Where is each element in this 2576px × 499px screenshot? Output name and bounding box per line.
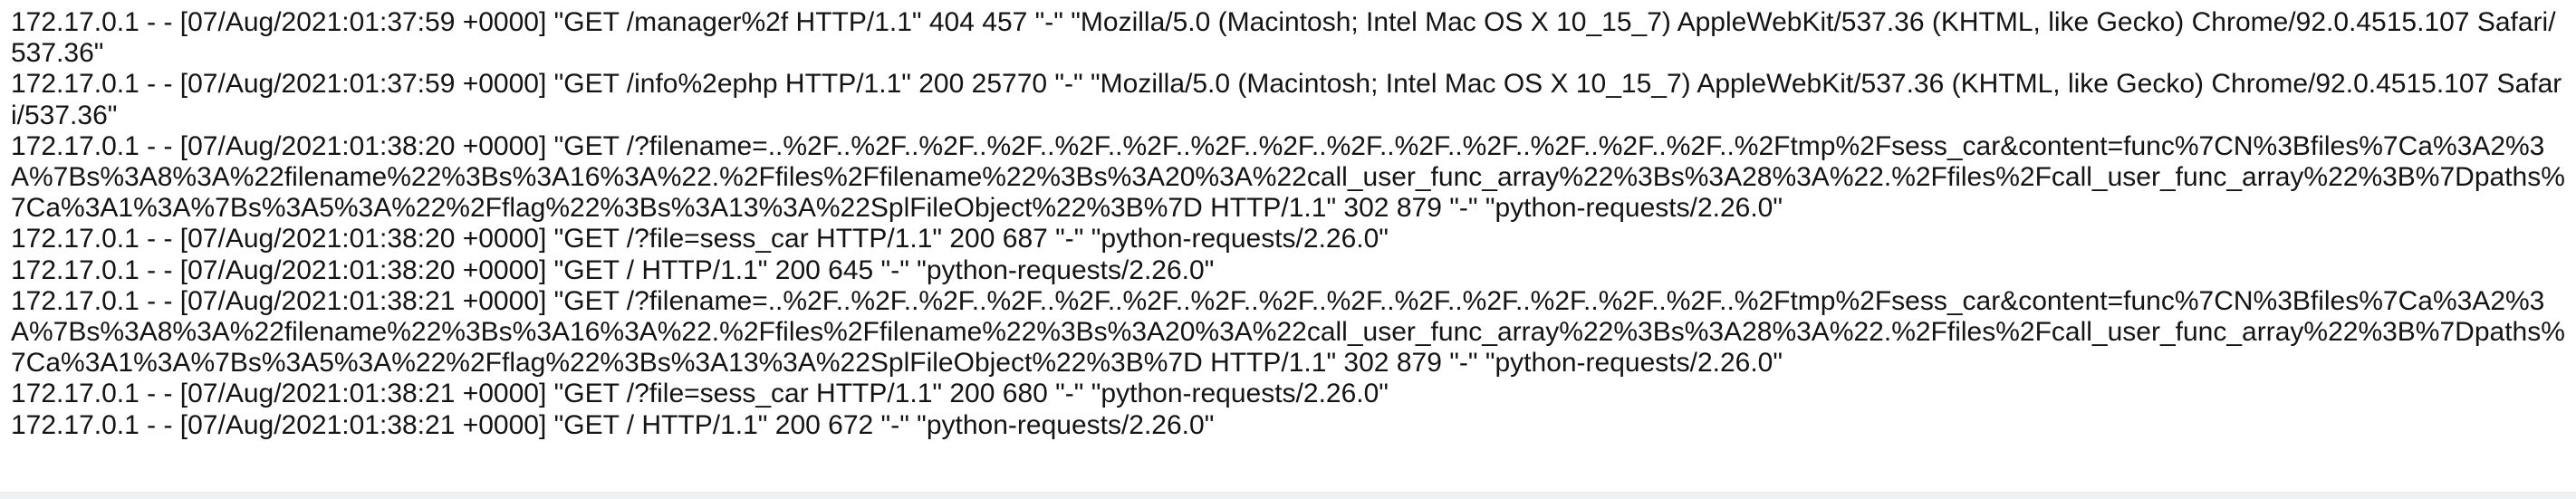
log-line: 172.17.0.1 - - [07/Aug/2021:01:38:21 +00… bbox=[11, 285, 2565, 379]
log-line: 172.17.0.1 - - [07/Aug/2021:01:38:21 +00… bbox=[11, 379, 1389, 409]
log-viewer[interactable]: 172.17.0.1 - - [07/Aug/2021:01:37:59 +00… bbox=[0, 0, 2576, 499]
bottom-edge-strip bbox=[0, 492, 2576, 499]
log-line: 172.17.0.1 - - [07/Aug/2021:01:38:21 +00… bbox=[11, 409, 1215, 440]
log-line: 172.17.0.1 - - [07/Aug/2021:01:38:20 +00… bbox=[11, 224, 1389, 254]
log-line: 172.17.0.1 - - [07/Aug/2021:01:37:59 +00… bbox=[11, 69, 2562, 130]
log-line: 172.17.0.1 - - [07/Aug/2021:01:37:59 +00… bbox=[11, 7, 2556, 69]
log-line: 172.17.0.1 - - [07/Aug/2021:01:38:20 +00… bbox=[11, 254, 1215, 285]
log-line: 172.17.0.1 - - [07/Aug/2021:01:38:20 +00… bbox=[11, 130, 2565, 224]
